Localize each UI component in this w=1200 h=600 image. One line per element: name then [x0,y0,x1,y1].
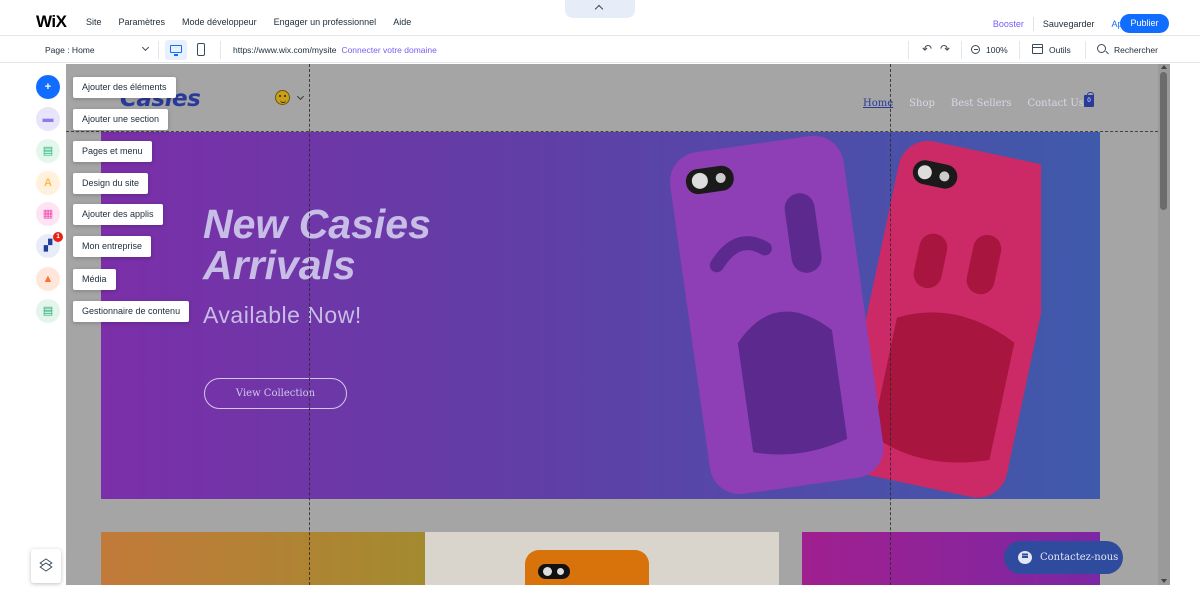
site-header[interactable]: Casies Home Shop Best Sellers Contact Us… [66,64,1158,132]
publish-button[interactable]: Publier [1120,14,1169,33]
hero-subtitle[interactable]: Available Now! [203,302,362,329]
emoji-icon[interactable] [275,90,290,105]
bottom-strip [0,585,1200,600]
media-icon: ▲ [42,273,54,285]
editor-canvas[interactable]: Casies Home Shop Best Sellers Contact Us… [66,64,1158,585]
menu-hire-pro[interactable]: Engager un professionnel [274,17,377,27]
divider [908,41,909,59]
rail-label-7[interactable]: Média [73,269,116,290]
scroll-up-icon[interactable] [1161,65,1167,69]
chevron-down-icon[interactable] [296,92,305,101]
cms-icon: ▤ [42,305,54,317]
top-bar: WiX Site Paramètres Mode développeur Eng… [0,0,1200,36]
canvas-scrollbar[interactable] [1158,64,1170,585]
design-icon: A [44,177,52,189]
wix-editor: WiX Site Paramètres Mode développeur Eng… [0,0,1200,600]
scrollbar-thumb[interactable] [1160,72,1167,210]
notification-badge: 1 [53,232,63,242]
divider [1032,17,1034,31]
rail-label-1[interactable]: Ajouter des éléments [73,77,176,98]
zoom-out-icon[interactable] [971,45,980,54]
url-text: https://www.wix.com/mysite [233,45,337,55]
divider [1019,41,1020,59]
rail-label-8[interactable]: Gestionnaire de contenu [73,301,190,322]
nav-home[interactable]: Home [863,98,893,109]
mobile-view-button[interactable] [197,43,205,56]
nav-best-sellers[interactable]: Best Sellers [951,98,1012,109]
search-icon[interactable] [1097,44,1106,53]
guide-line [309,64,310,585]
chevron-up-icon [594,4,604,14]
booster-link[interactable]: Booster [993,19,1024,29]
scroll-down-icon[interactable] [1161,579,1167,583]
nav-shop[interactable]: Shop [909,98,935,109]
rail-button-7[interactable]: ▲ [36,267,60,291]
rail-button-4[interactable]: A [36,171,60,195]
menu-dev-mode[interactable]: Mode développeur [182,17,257,27]
nav-contact[interactable]: Contact Us [1027,98,1083,109]
divider [158,41,159,59]
rail-button-8[interactable]: ▤ [36,299,60,323]
left-rail [0,64,31,600]
divider [1085,41,1086,59]
product-tile-middle[interactable] [425,532,779,585]
plus-icon: + [44,81,52,93]
page-selector[interactable]: Page : Home [45,45,95,55]
rail-label-6[interactable]: Mon entreprise [73,236,152,257]
save-button[interactable]: Sauvegarder [1043,19,1095,29]
rail-button-2[interactable]: ▬ [36,107,60,131]
hero-section[interactable]: New Casies Arrivals Available Now! View … [101,132,1100,499]
tools-icon[interactable] [1032,44,1043,54]
page-icon: ▤ [42,145,54,157]
layers-button[interactable] [31,549,61,583]
wix-logo[interactable]: WiX [36,12,67,32]
guide-line [66,131,1158,132]
product-tile-left[interactable] [101,532,425,585]
search-button[interactable]: Rechercher [1114,45,1158,55]
chevron-down-icon[interactable] [141,43,150,52]
camera-icon [538,564,570,579]
view-collection-button[interactable]: View Collection [204,378,347,409]
rail-label-4[interactable]: Design du site [73,173,149,194]
undo-icon[interactable]: ↶ [922,42,932,56]
desktop-icon [170,45,182,53]
rail-button-1[interactable]: + [36,75,60,99]
section-icon: ▬ [42,113,54,125]
collapse-topbar-button[interactable] [565,0,635,18]
rail-button-3[interactable]: ▤ [36,139,60,163]
rail-label-2[interactable]: Ajouter une section [73,109,169,130]
cart-icon[interactable]: 0 [1084,92,1094,107]
contact-us-button[interactable]: Contactez-nous [1004,541,1123,574]
desktop-view-button[interactable] [165,40,187,60]
rail-label-5[interactable]: Ajouter des applis [73,204,163,225]
tools-button[interactable]: Outils [1049,45,1071,55]
divider [220,41,221,59]
guide-line [890,64,891,585]
zoom-level[interactable]: 100% [986,45,1008,55]
rail-button-5[interactable]: ▦ [36,202,60,226]
site-url: https://www.wix.com/mysite Connecter votr… [233,45,437,55]
redo-icon[interactable]: ↷ [940,42,950,56]
rail-label-3[interactable]: Pages et menu [73,141,152,162]
menu-settings[interactable]: Paramètres [119,17,166,27]
contact-label: Contactez-nous [1040,552,1119,563]
connect-domain-link[interactable]: Connecter votre domaine [341,45,436,55]
phone-cases-image[interactable] [641,132,1041,499]
top-menu: Site Paramètres Mode développeur Engager… [86,17,428,27]
hero-title[interactable]: New Casies Arrivals [203,204,431,286]
divider [961,41,962,59]
menu-help[interactable]: Aide [393,17,411,27]
chat-icon [1018,551,1032,564]
apps-icon: ▦ [42,208,54,220]
site-nav: Home Shop Best Sellers Contact Us [863,98,1100,109]
desktop-icon-stand [174,54,178,56]
editor-toolbar: Page : Home https://www.wix.com/mysite Co… [0,37,1200,63]
menu-site[interactable]: Site [86,17,102,27]
